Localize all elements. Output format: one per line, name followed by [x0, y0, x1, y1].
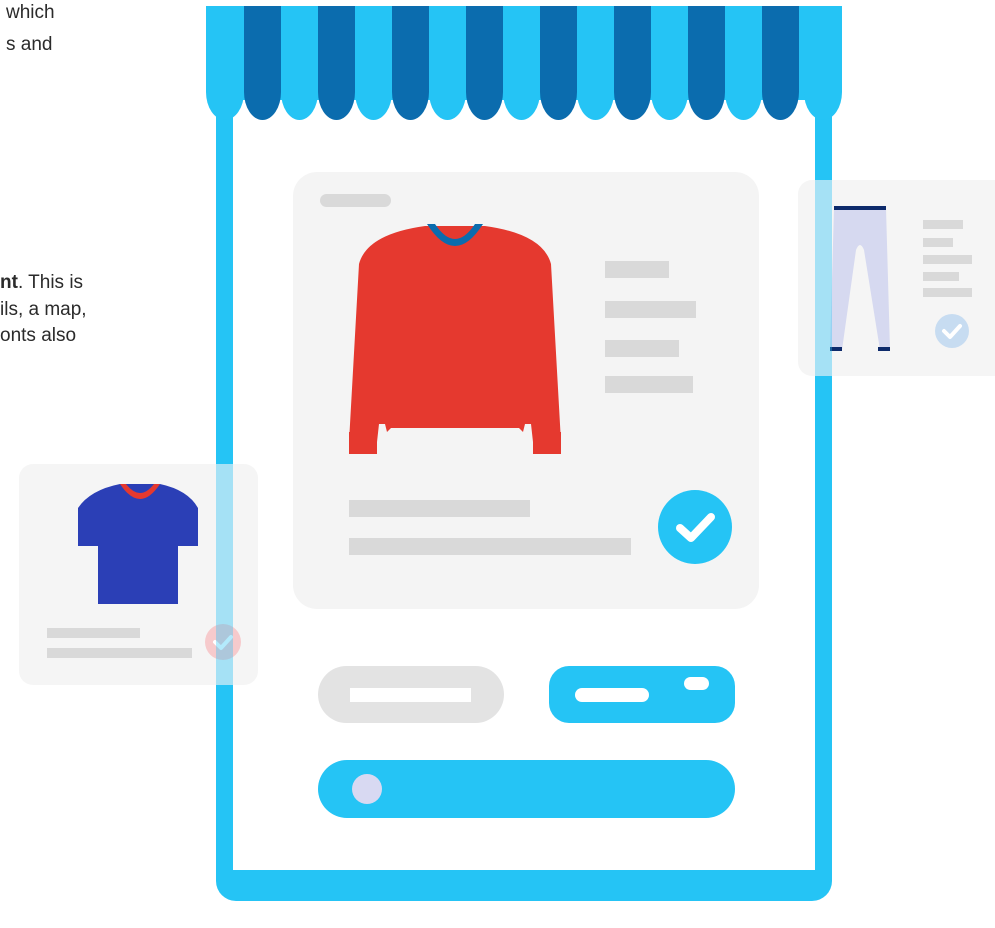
trousers-detail-line-4 [923, 272, 959, 281]
checkmark-icon[interactable] [658, 490, 732, 564]
sweater-icon [349, 224, 561, 454]
product-description-placeholder [349, 538, 631, 555]
tshirt-icon [78, 484, 198, 604]
tshirt-title-placeholder [47, 628, 140, 638]
striped-awning-icon [206, 6, 842, 120]
slider-handle[interactable] [352, 774, 382, 804]
intro-text-line-3: nt. This is [0, 270, 83, 296]
trousers-detail-line-5 [923, 288, 972, 297]
product-detail-line-2 [605, 301, 696, 318]
tshirt-description-placeholder [47, 648, 192, 658]
phone-edge-overlay [815, 180, 832, 376]
trousers-detail-line-1 [923, 220, 963, 229]
product-detail-line-4 [605, 376, 693, 393]
card-tag-placeholder [320, 194, 391, 207]
intro-fragment: . This is [17, 272, 84, 293]
primary-button[interactable] [549, 666, 735, 723]
primary-button-badge [684, 677, 709, 690]
intro-text-line-5: onts also [0, 325, 77, 346]
phone-edge-overlay [216, 464, 233, 685]
secondary-button-label-placeholder [350, 688, 471, 702]
intro-text-line-2: s and [6, 34, 53, 55]
slider-track[interactable] [318, 760, 735, 818]
trousers-detail-line-3 [923, 255, 972, 264]
product-detail-line-3 [605, 340, 679, 357]
product-title-placeholder [349, 500, 530, 517]
intro-text-line-1: which [6, 2, 55, 23]
product-detail-line-1 [605, 261, 669, 278]
intro-bold-fragment: nt [0, 272, 18, 293]
primary-button-label-placeholder [575, 688, 649, 702]
trousers-icon [830, 206, 890, 351]
trousers-detail-line-2 [923, 238, 953, 247]
checkmark-icon[interactable] [935, 314, 969, 348]
intro-text-line-4: ils, a map, [0, 299, 87, 320]
secondary-button[interactable] [318, 666, 504, 723]
